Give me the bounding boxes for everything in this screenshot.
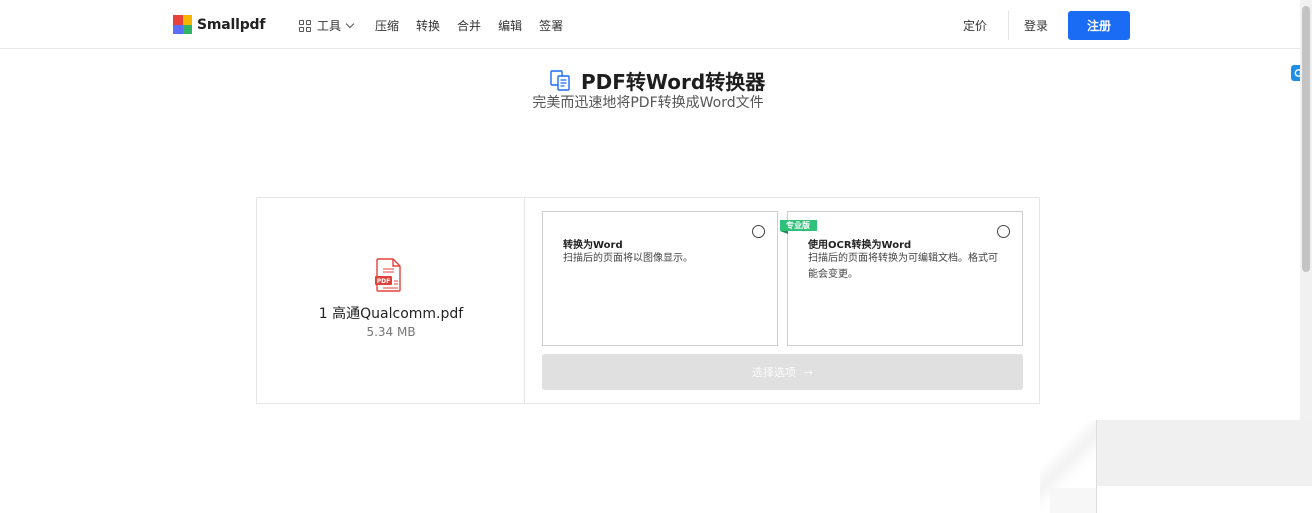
option-convert-word[interactable]: 转换为Word 扫描后的页面将以图像显示。 <box>542 211 778 346</box>
page-title: PDF转Word转换器 <box>581 70 766 94</box>
brand-logo[interactable]: Smallpdf <box>173 15 265 34</box>
pricing-link[interactable]: 定价 <box>963 17 987 34</box>
option-ocr-convert-word[interactable]: 专业版 使用OCR转换为Word 扫描后的页面将转换为可编辑文档。格式可能会变更… <box>780 211 1023 346</box>
svg-text:PDF: PDF <box>377 278 390 285</box>
file-card: PDF 1 高通Qualcomm.pdf 5.34 MB <box>257 198 525 403</box>
header-actions: 定价 登录 注册 <box>963 11 1131 40</box>
chevron-down-icon <box>345 19 355 28</box>
file-name: 1 高通Qualcomm.pdf <box>318 306 464 322</box>
pdf-to-word-icon <box>550 70 571 91</box>
main-nav: 工具 压缩 转换 合并 编辑 签署 <box>299 17 580 34</box>
file-size: 5.34 MB <box>366 325 416 339</box>
arrow-right-icon: → <box>803 365 814 379</box>
pro-badge: 专业版 <box>780 220 817 234</box>
option-title: 使用OCR转换为Word <box>808 240 912 251</box>
title-row: PDF转Word转换器 <box>550 66 765 95</box>
option-radio[interactable] <box>752 225 765 238</box>
conversion-panel: PDF 1 高通Qualcomm.pdf 5.34 MB 转换为Word 扫描后… <box>256 197 1040 404</box>
login-link[interactable]: 登录 <box>1024 17 1048 34</box>
page-subtitle: 完美而迅速地将PDF转换成Word文件 <box>532 95 764 111</box>
option-title: 转换为Word <box>563 240 623 251</box>
choose-option-button[interactable]: 选择选项 → <box>542 354 1023 390</box>
top-header: Smallpdf 工具 压缩 转换 合并 编辑 签署 定价 登录 注册 <box>0 0 1300 49</box>
choose-option-label: 选择选项 <box>751 366 796 379</box>
signup-button[interactable]: 注册 <box>1068 11 1131 40</box>
option-description: 扫描后的页面将以图像显示。 <box>563 253 693 264</box>
scrollbar-thumb[interactable] <box>1302 6 1310 272</box>
nav-merge[interactable]: 合并 <box>457 17 481 34</box>
nav-compress[interactable]: 压缩 <box>375 17 399 34</box>
nav-edit[interactable]: 编辑 <box>498 17 522 34</box>
grid-icon <box>299 19 311 32</box>
tools-menu[interactable]: 工具 <box>299 17 355 34</box>
smallpdf-logo-icon <box>173 15 192 34</box>
page: Smallpdf 工具 压缩 转换 合并 编辑 签署 定价 登录 注册 PDF转… <box>0 0 1312 513</box>
brand-name: Smallpdf <box>197 16 266 33</box>
nav-sign[interactable]: 签署 <box>539 17 563 34</box>
header-divider <box>1008 11 1010 40</box>
option-radio[interactable] <box>997 225 1010 238</box>
tools-label: 工具 <box>317 19 342 33</box>
overlay-panel <box>1096 420 1312 513</box>
pdf-file-icon: PDF <box>375 258 403 292</box>
nav-convert[interactable]: 转换 <box>416 17 440 34</box>
option-description: 扫描后的页面将转换为可编辑文档。格式可能会变更。 <box>808 253 998 280</box>
overlay-panel-inner <box>1097 486 1312 513</box>
